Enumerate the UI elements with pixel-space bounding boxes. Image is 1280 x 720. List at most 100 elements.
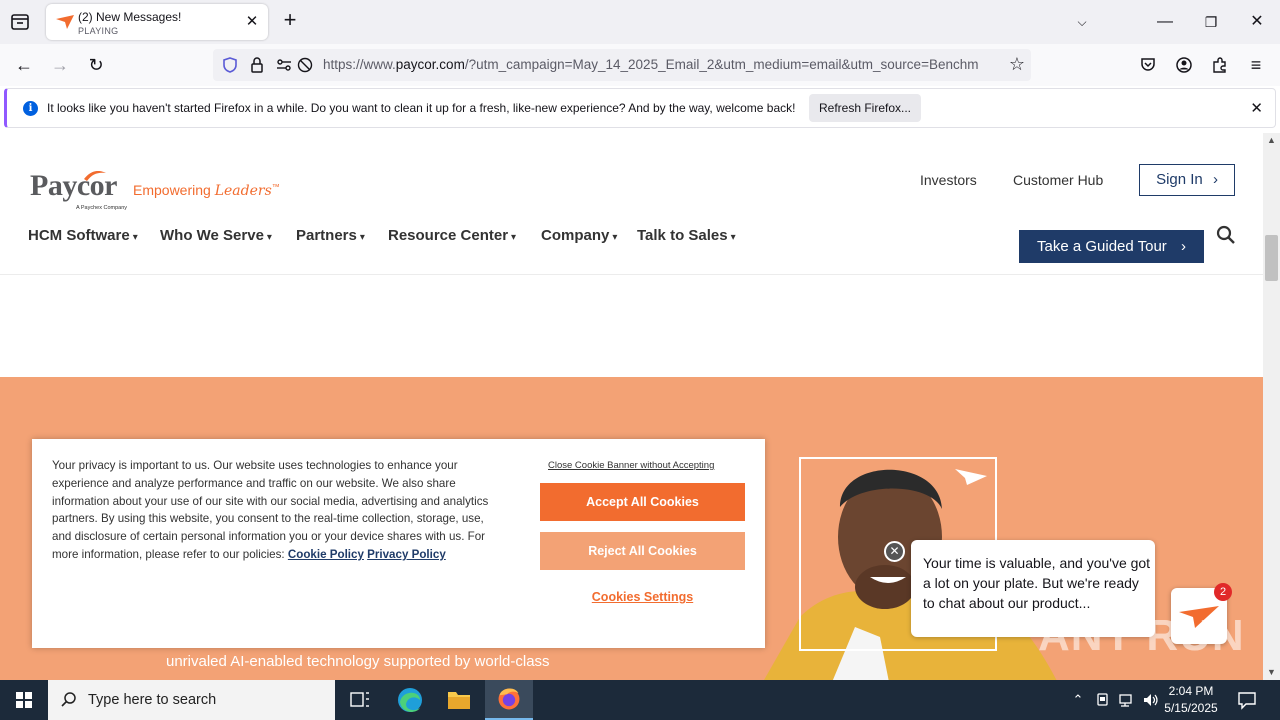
- close-tab-icon[interactable]: ✕: [244, 14, 260, 30]
- firefox-icon[interactable]: [485, 680, 533, 720]
- chevron-down-icon: ▾: [511, 232, 517, 243]
- chevron-down-icon: ▾: [730, 232, 736, 243]
- sign-in-label: Sign In: [1156, 171, 1203, 188]
- new-tab-button[interactable]: +: [279, 9, 301, 32]
- chevron-down-icon: ▾: [132, 232, 138, 243]
- chevron-down-icon: ▾: [359, 232, 365, 243]
- menu-item-who-we-serve[interactable]: Who We Serve ▾: [160, 227, 272, 244]
- menu-item-label: Partners: [296, 227, 357, 244]
- guided-tour-label: Take a Guided Tour: [1037, 238, 1167, 255]
- tagline-empowering: Empowering: [133, 182, 215, 198]
- scrollbar-thumb[interactable]: [1265, 235, 1278, 281]
- lock-icon[interactable]: [248, 56, 266, 74]
- search-icon: [61, 692, 76, 707]
- autoplay-blocked-icon[interactable]: [296, 56, 314, 74]
- logo-subtitle: A Paychex Company: [76, 205, 128, 211]
- menu-item-talk-to-sales[interactable]: Talk to Sales ▾: [637, 227, 736, 244]
- menu-item-partners[interactable]: Partners ▾: [296, 227, 365, 244]
- menu-icon[interactable]: ≡: [1245, 54, 1267, 76]
- refresh-firefox-button[interactable]: Refresh Firefox...: [809, 94, 921, 122]
- paycor-logo[interactable]: Paycor A Paychex Company Empowering Lead…: [30, 169, 280, 211]
- menu-item-label: HCM Software: [28, 227, 130, 244]
- address-bar[interactable]: https://www.paycor.com/?utm_campaign=May…: [213, 49, 1031, 81]
- chat-unread-badge: 2: [1214, 583, 1232, 601]
- tagline-tm: ™: [271, 182, 280, 192]
- browser-tab[interactable]: (2) New Messages! PLAYING ✕: [46, 4, 268, 40]
- network-device-icon[interactable]: [1094, 691, 1112, 709]
- pocket-icon[interactable]: [1139, 56, 1157, 74]
- clock-date: 5/15/2025: [1164, 701, 1218, 715]
- chat-close-icon[interactable]: ✕: [884, 541, 905, 562]
- url-text[interactable]: https://www.paycor.com/?utm_campaign=May…: [323, 57, 997, 72]
- taskbar-search-box[interactable]: Type here to search: [48, 680, 335, 720]
- minimize-button[interactable]: —: [1150, 8, 1180, 36]
- web-page: Paycor A Paychex Company Empowering Lead…: [0, 133, 1263, 680]
- tab-list-icon[interactable]: [8, 10, 32, 34]
- reject-all-cookies-button[interactable]: Reject All Cookies: [540, 532, 745, 570]
- clock[interactable]: 2:04 PM 5/15/2025: [1160, 683, 1222, 717]
- back-icon[interactable]: ←: [13, 54, 35, 76]
- restore-button[interactable]: ❐: [1196, 8, 1226, 36]
- network-icon[interactable]: [1118, 691, 1136, 709]
- close-notification-icon[interactable]: ✕: [1250, 99, 1263, 117]
- investors-link[interactable]: Investors: [920, 172, 977, 188]
- firefox-refresh-notification: i It looks like you haven't started Fire…: [4, 88, 1276, 128]
- list-all-tabs-icon[interactable]: ⌵: [1067, 8, 1097, 36]
- page-scrollbar[interactable]: ▲ ▼: [1263, 133, 1280, 680]
- menu-item-label: Talk to Sales: [637, 227, 728, 244]
- cookies-settings-link[interactable]: Cookies Settings: [540, 590, 745, 604]
- close-window-button[interactable]: ✕: [1242, 8, 1272, 36]
- guided-tour-button[interactable]: Take a Guided Tour ›: [1019, 230, 1204, 263]
- logo-tagline: Empowering Leaders™: [133, 182, 280, 199]
- cookie-banner: Your privacy is important to us. Our web…: [32, 439, 765, 648]
- logo-swoosh-icon: [84, 171, 106, 181]
- cookie-policy-link[interactable]: Cookie Policy: [288, 548, 364, 561]
- permissions-icon[interactable]: [275, 56, 293, 74]
- windows-start-icon[interactable]: [0, 680, 48, 720]
- search-icon[interactable]: [1216, 225, 1236, 245]
- notification-message: It looks like you haven't started Firefo…: [47, 101, 796, 115]
- navigation-toolbar: ← → ↻ https://www.paycor.com/?utm_campai…: [0, 44, 1280, 86]
- privacy-policy-link[interactable]: Privacy Policy: [367, 548, 446, 561]
- notifications-icon[interactable]: [1236, 690, 1258, 710]
- chevron-down-icon: ▾: [266, 232, 272, 243]
- extensions-icon[interactable]: [1211, 56, 1229, 74]
- url-prefix: https://www.: [323, 57, 396, 72]
- menu-item-company[interactable]: Company ▾: [541, 227, 617, 244]
- url-path: /?utm_campaign=May_14_2025_Email_2&utm_m…: [464, 57, 979, 72]
- anyrun-watermark: ANY RUN: [1038, 611, 1245, 660]
- menu-item-label: Company: [541, 227, 610, 244]
- cookie-description: Your privacy is important to us. Our web…: [52, 459, 489, 561]
- tab-bar: (2) New Messages! PLAYING ✕ + ⌵ — ❐ ✕: [0, 0, 1280, 44]
- file-explorer-icon[interactable]: [435, 680, 483, 720]
- tagline-leaders: Leaders: [214, 183, 272, 199]
- account-icon[interactable]: [1175, 56, 1193, 74]
- chevron-down-icon: ▾: [612, 232, 618, 243]
- customer-hub-link[interactable]: Customer Hub: [1013, 172, 1103, 188]
- bookmark-star-icon[interactable]: ☆: [1009, 54, 1025, 75]
- header-divider: [0, 274, 1263, 275]
- sign-in-button[interactable]: Sign In ›: [1139, 164, 1235, 196]
- chevron-right-icon: ›: [1212, 171, 1218, 188]
- reload-icon[interactable]: ↻: [85, 54, 107, 76]
- menu-item-resource-center[interactable]: Resource Center ▾: [388, 227, 516, 244]
- url-host: paycor.com: [395, 57, 465, 72]
- chevron-right-icon: ›: [1180, 238, 1186, 255]
- paycor-favicon-icon: [56, 15, 74, 29]
- close-cookie-banner-link[interactable]: Close Cookie Banner without Accepting: [548, 460, 714, 471]
- task-view-icon[interactable]: [336, 680, 384, 720]
- hero-text: unrivaled AI-enabled technology supporte…: [166, 653, 550, 670]
- forward-icon[interactable]: →: [49, 54, 71, 76]
- scroll-down-icon[interactable]: ▼: [1267, 667, 1276, 677]
- scroll-up-icon[interactable]: ▲: [1267, 135, 1276, 145]
- chat-message: Your time is valuable, and you've got a …: [923, 555, 1151, 611]
- menu-item-label: Who We Serve: [160, 227, 264, 244]
- show-hidden-icons[interactable]: ⌃: [1069, 691, 1087, 709]
- tab-title: (2) New Messages!: [78, 10, 182, 24]
- clock-time: 2:04 PM: [1168, 684, 1214, 698]
- shield-icon[interactable]: [221, 56, 239, 74]
- volume-icon[interactable]: [1142, 691, 1160, 709]
- accept-all-cookies-button[interactable]: Accept All Cookies: [540, 483, 745, 521]
- edge-icon[interactable]: [386, 680, 434, 720]
- menu-item-hcm-software[interactable]: HCM Software ▾: [28, 227, 138, 244]
